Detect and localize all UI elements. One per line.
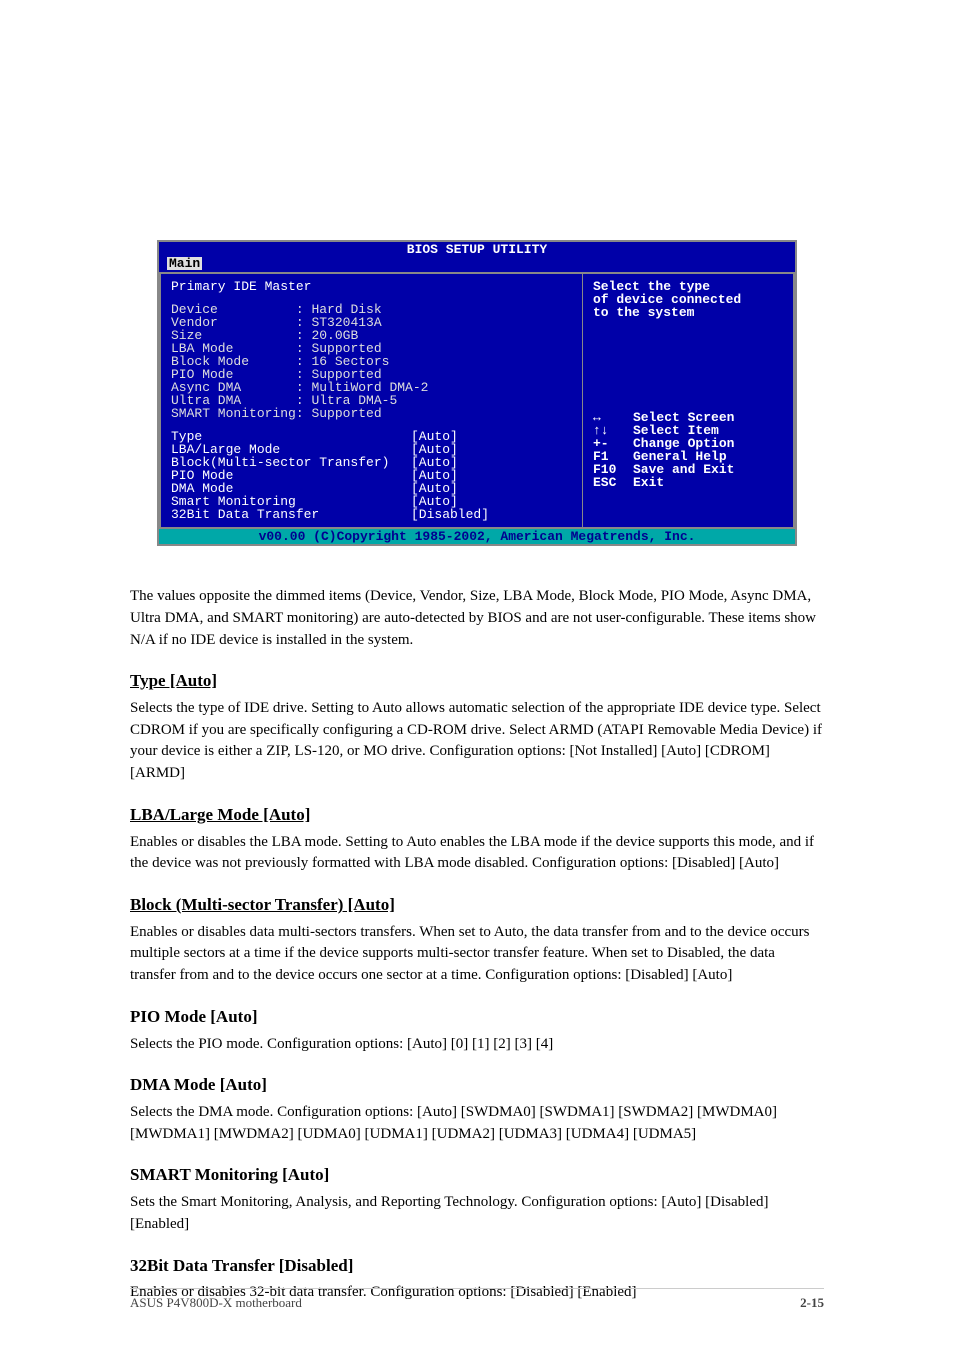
lead-paragraph: The values opposite the dimmed items (De… [130,586,824,651]
heading-dma: DMA Mode [Auto] [130,1073,824,1098]
page-footer: ASUS P4V800D-X motherboard 2-15 [130,1288,824,1311]
bios-help-pane: Select the type of device connected to t… [583,274,793,527]
opt-32bit[interactable]: 32Bit Data Transfer[Disabled] [171,508,572,521]
nav-save-exit: F10Save and Exit [593,463,783,476]
heading-pio: PIO Mode [Auto] [130,1005,824,1030]
bios-tabs: Main [159,257,795,272]
bios-screenshot: BIOS SETUP UTILITY Main Primary IDE Mast… [157,240,797,546]
pane-title: Primary IDE Master [171,280,572,293]
heading-lba: LBA/Large Mode [Auto] [130,803,824,828]
bios-title: BIOS SETUP UTILITY [159,242,795,257]
bios-copyright: v00.00 (C)Copyright 1985-2002, American … [159,529,795,544]
tab-main[interactable]: Main [167,257,202,270]
heading-32bit: 32Bit Data Transfer [Disabled] [130,1254,824,1279]
footer-page-number: 2-15 [800,1295,824,1311]
para-dma: Selects the DMA mode. Configuration opti… [130,1102,824,1146]
info-smart: SMART Monitoring: Supported [171,407,572,420]
heading-block: Block (Multi-sector Transfer) [Auto] [130,893,824,918]
footer-left: ASUS P4V800D-X motherboard [130,1295,302,1311]
para-smart: Sets the Smart Monitoring, Analysis, and… [130,1192,824,1236]
heading-type: Type [Auto] [130,669,824,694]
nav-exit: ESCExit [593,476,783,489]
para-type: Selects the type of IDE drive. Setting t… [130,698,824,785]
bios-left-pane: Primary IDE Master Device : Hard Disk Ve… [161,274,583,527]
help-text: Select the type of device connected to t… [593,280,783,319]
para-lba: Enables or disables the LBA mode. Settin… [130,832,824,876]
para-pio: Selects the PIO mode. Configuration opti… [130,1034,824,1056]
para-block: Enables or disables data multi-sectors t… [130,922,824,987]
heading-smart: SMART Monitoring [Auto] [130,1163,824,1188]
